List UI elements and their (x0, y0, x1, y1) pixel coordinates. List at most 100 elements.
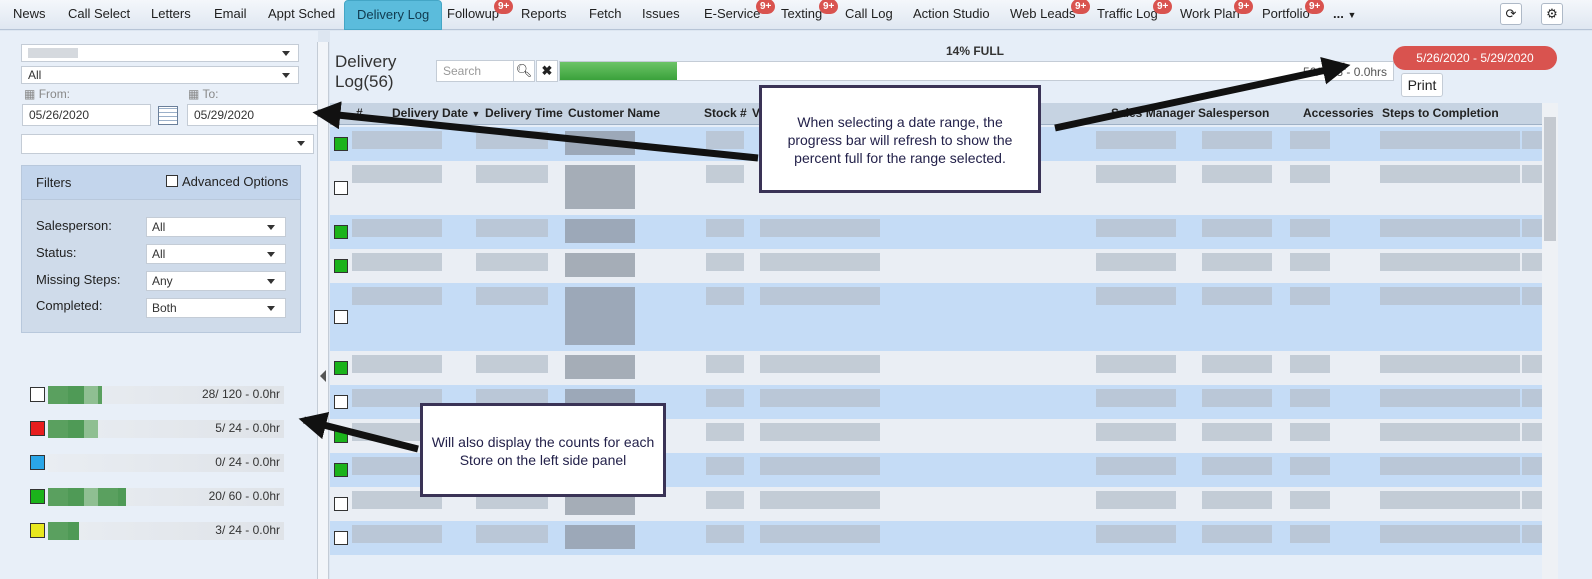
col-steps-to-completion[interactable]: Steps to Completion (1382, 106, 1499, 120)
store-row[interactable]: 28/ 120 - 0.0hr (30, 386, 286, 404)
completed-value: Both (152, 301, 177, 315)
store-select[interactable] (21, 44, 299, 62)
gear-icon[interactable]: ⚙ (1541, 3, 1563, 25)
tab-followup[interactable]: Followup 9+ (447, 0, 514, 30)
chevron-down-icon (282, 51, 290, 56)
redacted-cell (1522, 457, 1542, 475)
tab-call-select[interactable]: Call Select (68, 0, 130, 30)
tab-news[interactable]: News (13, 0, 46, 30)
row-status-checkbox[interactable] (334, 497, 348, 511)
row-status-checkbox[interactable] (334, 361, 348, 375)
row-status-checkbox[interactable] (334, 225, 348, 239)
store-row[interactable]: 5/ 24 - 0.0hr (30, 420, 286, 438)
redacted-cell (1380, 131, 1520, 149)
collapse-arrow-icon[interactable] (320, 370, 326, 382)
search-input[interactable]: Search (436, 60, 514, 82)
progress-hours: 56/ 393 - 0.0hrs (1303, 65, 1388, 79)
store-row[interactable]: 20/ 60 - 0.0hr (30, 488, 286, 506)
tab-web-leads[interactable]: Web Leads 9+ (1010, 0, 1091, 30)
row-status-checkbox[interactable] (334, 463, 348, 477)
redacted-cell (760, 355, 880, 373)
type-select[interactable]: All (21, 66, 299, 84)
row-status-checkbox[interactable] (334, 259, 348, 273)
store-progress-fill (48, 488, 126, 506)
tab-action-studio[interactable]: Action Studio (913, 0, 990, 30)
progress-label: 14% FULL (946, 44, 1005, 58)
redacted-cell (1380, 457, 1520, 475)
redacted-cell (1290, 457, 1330, 475)
tab-appt-sched[interactable]: Appt Sched (268, 0, 335, 30)
advanced-options-checkbox[interactable] (166, 175, 178, 187)
col-delivery-date[interactable]: Delivery Date ▼ (392, 106, 480, 120)
table-row[interactable] (330, 283, 1542, 351)
redacted-cell (760, 219, 880, 237)
redacted-cell (352, 131, 442, 149)
scrollbar-thumb[interactable] (1544, 117, 1556, 241)
to-date-input[interactable]: 05/29/2020 (187, 104, 318, 126)
redacted-cell (1290, 253, 1330, 271)
to-label: ▦ To: (188, 87, 218, 101)
print-button[interactable]: Print (1401, 73, 1443, 97)
row-status-checkbox[interactable] (334, 429, 348, 443)
store-progress-fill (48, 386, 103, 404)
panel-splitter[interactable] (317, 42, 329, 579)
tab-email[interactable]: Email (214, 0, 247, 30)
completed-label: Completed: (36, 298, 103, 313)
more-label: ... (1333, 6, 1344, 21)
calendar-picker-icon[interactable] (158, 106, 178, 125)
completed-select[interactable]: Both (146, 298, 286, 318)
filters-title: Filters (36, 175, 72, 190)
vertical-scrollbar[interactable] (1542, 103, 1558, 579)
col-salesperson[interactable]: Salesperson (1198, 106, 1269, 120)
date-range-badge[interactable]: 5/26/2020 - 5/29/2020 (1393, 46, 1557, 70)
col-sales-manager[interactable]: Sales Manager (1111, 106, 1195, 120)
close-icon[interactable]: ✖ (536, 60, 558, 82)
table-row[interactable] (330, 351, 1542, 385)
tab-fetch[interactable]: Fetch (589, 0, 622, 30)
tab-portfolio[interactable]: Portfolio 9+ (1262, 0, 1325, 30)
from-date-input[interactable]: 05/26/2020 (22, 104, 151, 126)
notification-badge: 9+ (494, 0, 514, 14)
col-number[interactable]: # (356, 106, 363, 120)
row-status-checkbox[interactable] (334, 137, 348, 151)
search-icon[interactable]: 🔍︎ (513, 60, 535, 82)
store-row[interactable]: 3/ 24 - 0.0hr (30, 522, 286, 540)
type-select-value: All (28, 68, 42, 82)
tab-issues[interactable]: Issues (642, 0, 680, 30)
store-color-swatch (30, 455, 45, 470)
missing-steps-select[interactable]: Any (146, 271, 286, 291)
redacted-cell (1202, 491, 1272, 509)
row-status-checkbox[interactable] (334, 395, 348, 409)
tab-e-service[interactable]: E-Service 9+ (704, 0, 776, 30)
tab-traffic-log[interactable]: Traffic Log 9+ (1097, 0, 1173, 30)
row-status-checkbox[interactable] (334, 181, 348, 195)
redacted-cell (1380, 423, 1520, 441)
row-status-checkbox[interactable] (334, 531, 348, 545)
status-select[interactable]: All (146, 244, 286, 264)
refresh-icon[interactable]: ⟳ (1500, 3, 1522, 25)
tab-texting[interactable]: Texting 9+ (781, 0, 839, 30)
table-row[interactable] (330, 249, 1542, 283)
salesperson-select[interactable]: All (146, 217, 286, 237)
redacted-cell (706, 219, 744, 237)
tab-letters[interactable]: Letters (151, 0, 191, 30)
tab-reports[interactable]: Reports (521, 0, 567, 30)
col-delivery-time[interactable]: Delivery Time (485, 106, 563, 120)
page-title: Delivery Log(56) (335, 52, 397, 91)
col-accessories[interactable]: Accessories (1303, 106, 1374, 120)
more-tabs-menu[interactable]: ... ▼ (1333, 0, 1356, 30)
tab-work-plan[interactable]: Work Plan 9+ (1180, 0, 1254, 30)
redacted-cell (1202, 457, 1272, 475)
secondary-select[interactable] (21, 134, 314, 154)
chevron-down-icon (297, 141, 305, 146)
col-stock[interactable]: Stock # (704, 106, 747, 120)
row-status-checkbox[interactable] (334, 310, 348, 324)
table-row[interactable] (330, 215, 1542, 249)
store-row[interactable]: 0/ 24 - 0.0hr (30, 454, 286, 472)
redacted-cell (706, 131, 744, 149)
redacted-cell (706, 355, 744, 373)
col-customer-name[interactable]: Customer Name (568, 106, 660, 120)
tab-delivery-log[interactable]: Delivery Log (344, 0, 443, 30)
table-row[interactable] (330, 521, 1542, 555)
tab-call-log[interactable]: Call Log (845, 0, 893, 30)
